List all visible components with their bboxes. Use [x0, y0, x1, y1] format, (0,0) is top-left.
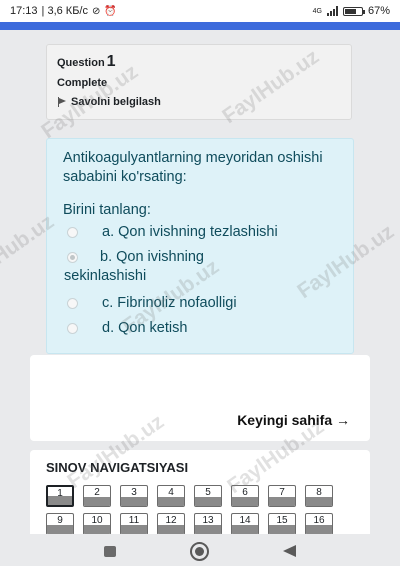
- quiz-nav-button-current[interactable]: 1: [46, 485, 74, 507]
- answer-option-d[interactable]: d. Qon ketish: [63, 319, 337, 338]
- flag-question-button[interactable]: Savolni belgilash: [57, 96, 341, 108]
- signal-icon: [326, 6, 338, 16]
- answer-list: a. Qon ivishning tezlashishi b. Qon ivis…: [63, 223, 337, 338]
- back-icon[interactable]: [283, 545, 296, 557]
- recent-apps-icon[interactable]: [104, 546, 116, 557]
- quiz-navigation-grid: 1 2 3 4 5 6 7 8 9 10 11 12 13 14 15 16: [46, 485, 354, 535]
- answer-prompt: Birini tanlang:: [63, 202, 151, 218]
- quiz-navigation-panel: SINOV NAVIGATSIYASI 1 2 3 4 5 6 7 8 9 10…: [30, 450, 370, 540]
- battery-icon: [342, 6, 365, 16]
- quiz-navigation-title: SINOV NAVIGATSIYASI: [46, 460, 189, 475]
- flag-icon: [57, 97, 67, 107]
- quiz-nav-button[interactable]: 10: [83, 513, 111, 535]
- network-speed: | 3,6 КБ/с: [41, 5, 88, 17]
- answer-label: a. Qon ivishning tezlashishi: [102, 224, 278, 240]
- question-info: Question 1 Complete Savolni belgilash: [46, 44, 352, 120]
- quiz-nav-button[interactable]: 2: [83, 485, 111, 507]
- radio-button[interactable]: [67, 298, 78, 309]
- quiz-nav-button[interactable]: 16: [305, 513, 333, 535]
- flag-question-label: Savolni belgilash: [71, 96, 161, 108]
- question-text: Antikoagulyantlarning meyoridan oshishi …: [63, 150, 323, 185]
- quiz-nav-button[interactable]: 4: [157, 485, 185, 507]
- answer-option-b[interactable]: b. Qon ivishning sekinlashishi: [63, 248, 337, 286]
- page-navigation: Keyingi sahifa →: [30, 355, 370, 441]
- question-number: Question 1: [57, 53, 116, 70]
- answer-label: c. Fibrinoliz nofaolligi: [102, 295, 237, 311]
- quiz-nav-button[interactable]: 7: [268, 485, 296, 507]
- quiz-nav-button[interactable]: 14: [231, 513, 259, 535]
- quiz-nav-button[interactable]: 12: [157, 513, 185, 535]
- radio-button[interactable]: [67, 252, 78, 263]
- answer-label: d. Qon ketish: [102, 320, 188, 336]
- answer-option-c[interactable]: c. Fibrinoliz nofaolligi: [63, 294, 337, 313]
- system-navigation-bar: [0, 534, 400, 566]
- quiz-nav-button[interactable]: 9: [46, 513, 74, 535]
- question-state: Complete: [57, 77, 108, 89]
- answer-label: b. Qon ivishning sekinlashishi: [64, 249, 204, 284]
- quiz-nav-button[interactable]: 13: [194, 513, 222, 535]
- quiz-nav-button[interactable]: 5: [194, 485, 222, 507]
- answer-option-a[interactable]: a. Qon ivishning tezlashishi: [63, 223, 337, 242]
- no-sync-icon: ⊘: [91, 5, 101, 17]
- next-page-link[interactable]: Keyingi sahifa →: [237, 412, 350, 428]
- radio-button[interactable]: [67, 323, 78, 334]
- quiz-nav-button[interactable]: 6: [231, 485, 259, 507]
- clock: 17:13: [10, 5, 38, 17]
- home-icon[interactable]: [190, 542, 209, 561]
- alarm-icon: ⏰: [104, 5, 117, 17]
- quiz-nav-button[interactable]: 11: [120, 513, 148, 535]
- status-bar: 17:13 | 3,6 КБ/с ⊘ ⏰ 4G 67%: [0, 0, 400, 22]
- battery-percent: 67%: [367, 5, 390, 17]
- question-content: Antikoagulyantlarning meyoridan oshishi …: [46, 138, 354, 354]
- quiz-nav-button[interactable]: 8: [305, 485, 333, 507]
- header-stripe: [0, 22, 400, 30]
- quiz-nav-button[interactable]: 3: [120, 485, 148, 507]
- signal-label: 4G: [312, 7, 322, 15]
- radio-button[interactable]: [67, 227, 78, 238]
- quiz-nav-button[interactable]: 15: [268, 513, 296, 535]
